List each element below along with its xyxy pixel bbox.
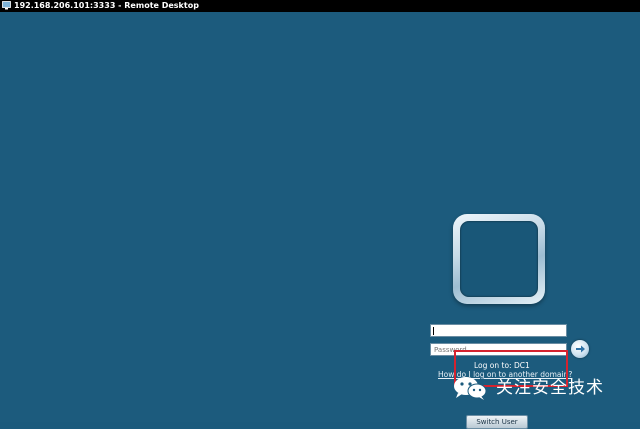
username-input[interactable] [430,324,567,337]
wechat-icon [454,377,487,400]
switch-user-button[interactable]: Switch User [466,415,528,429]
remote-desktop-icon [2,1,11,10]
submit-arrow-button[interactable] [571,340,589,358]
window-title: 192.168.206.101:3333 - Remote Desktop [14,1,199,10]
watermark-text: 关注安全技术 [496,378,604,398]
text-caret [433,327,434,335]
arrow-right-icon [576,345,585,353]
user-avatar-frame [453,214,545,304]
user-avatar-placeholder [460,221,538,297]
window-titlebar[interactable]: 192.168.206.101:3333 - Remote Desktop [0,0,640,12]
